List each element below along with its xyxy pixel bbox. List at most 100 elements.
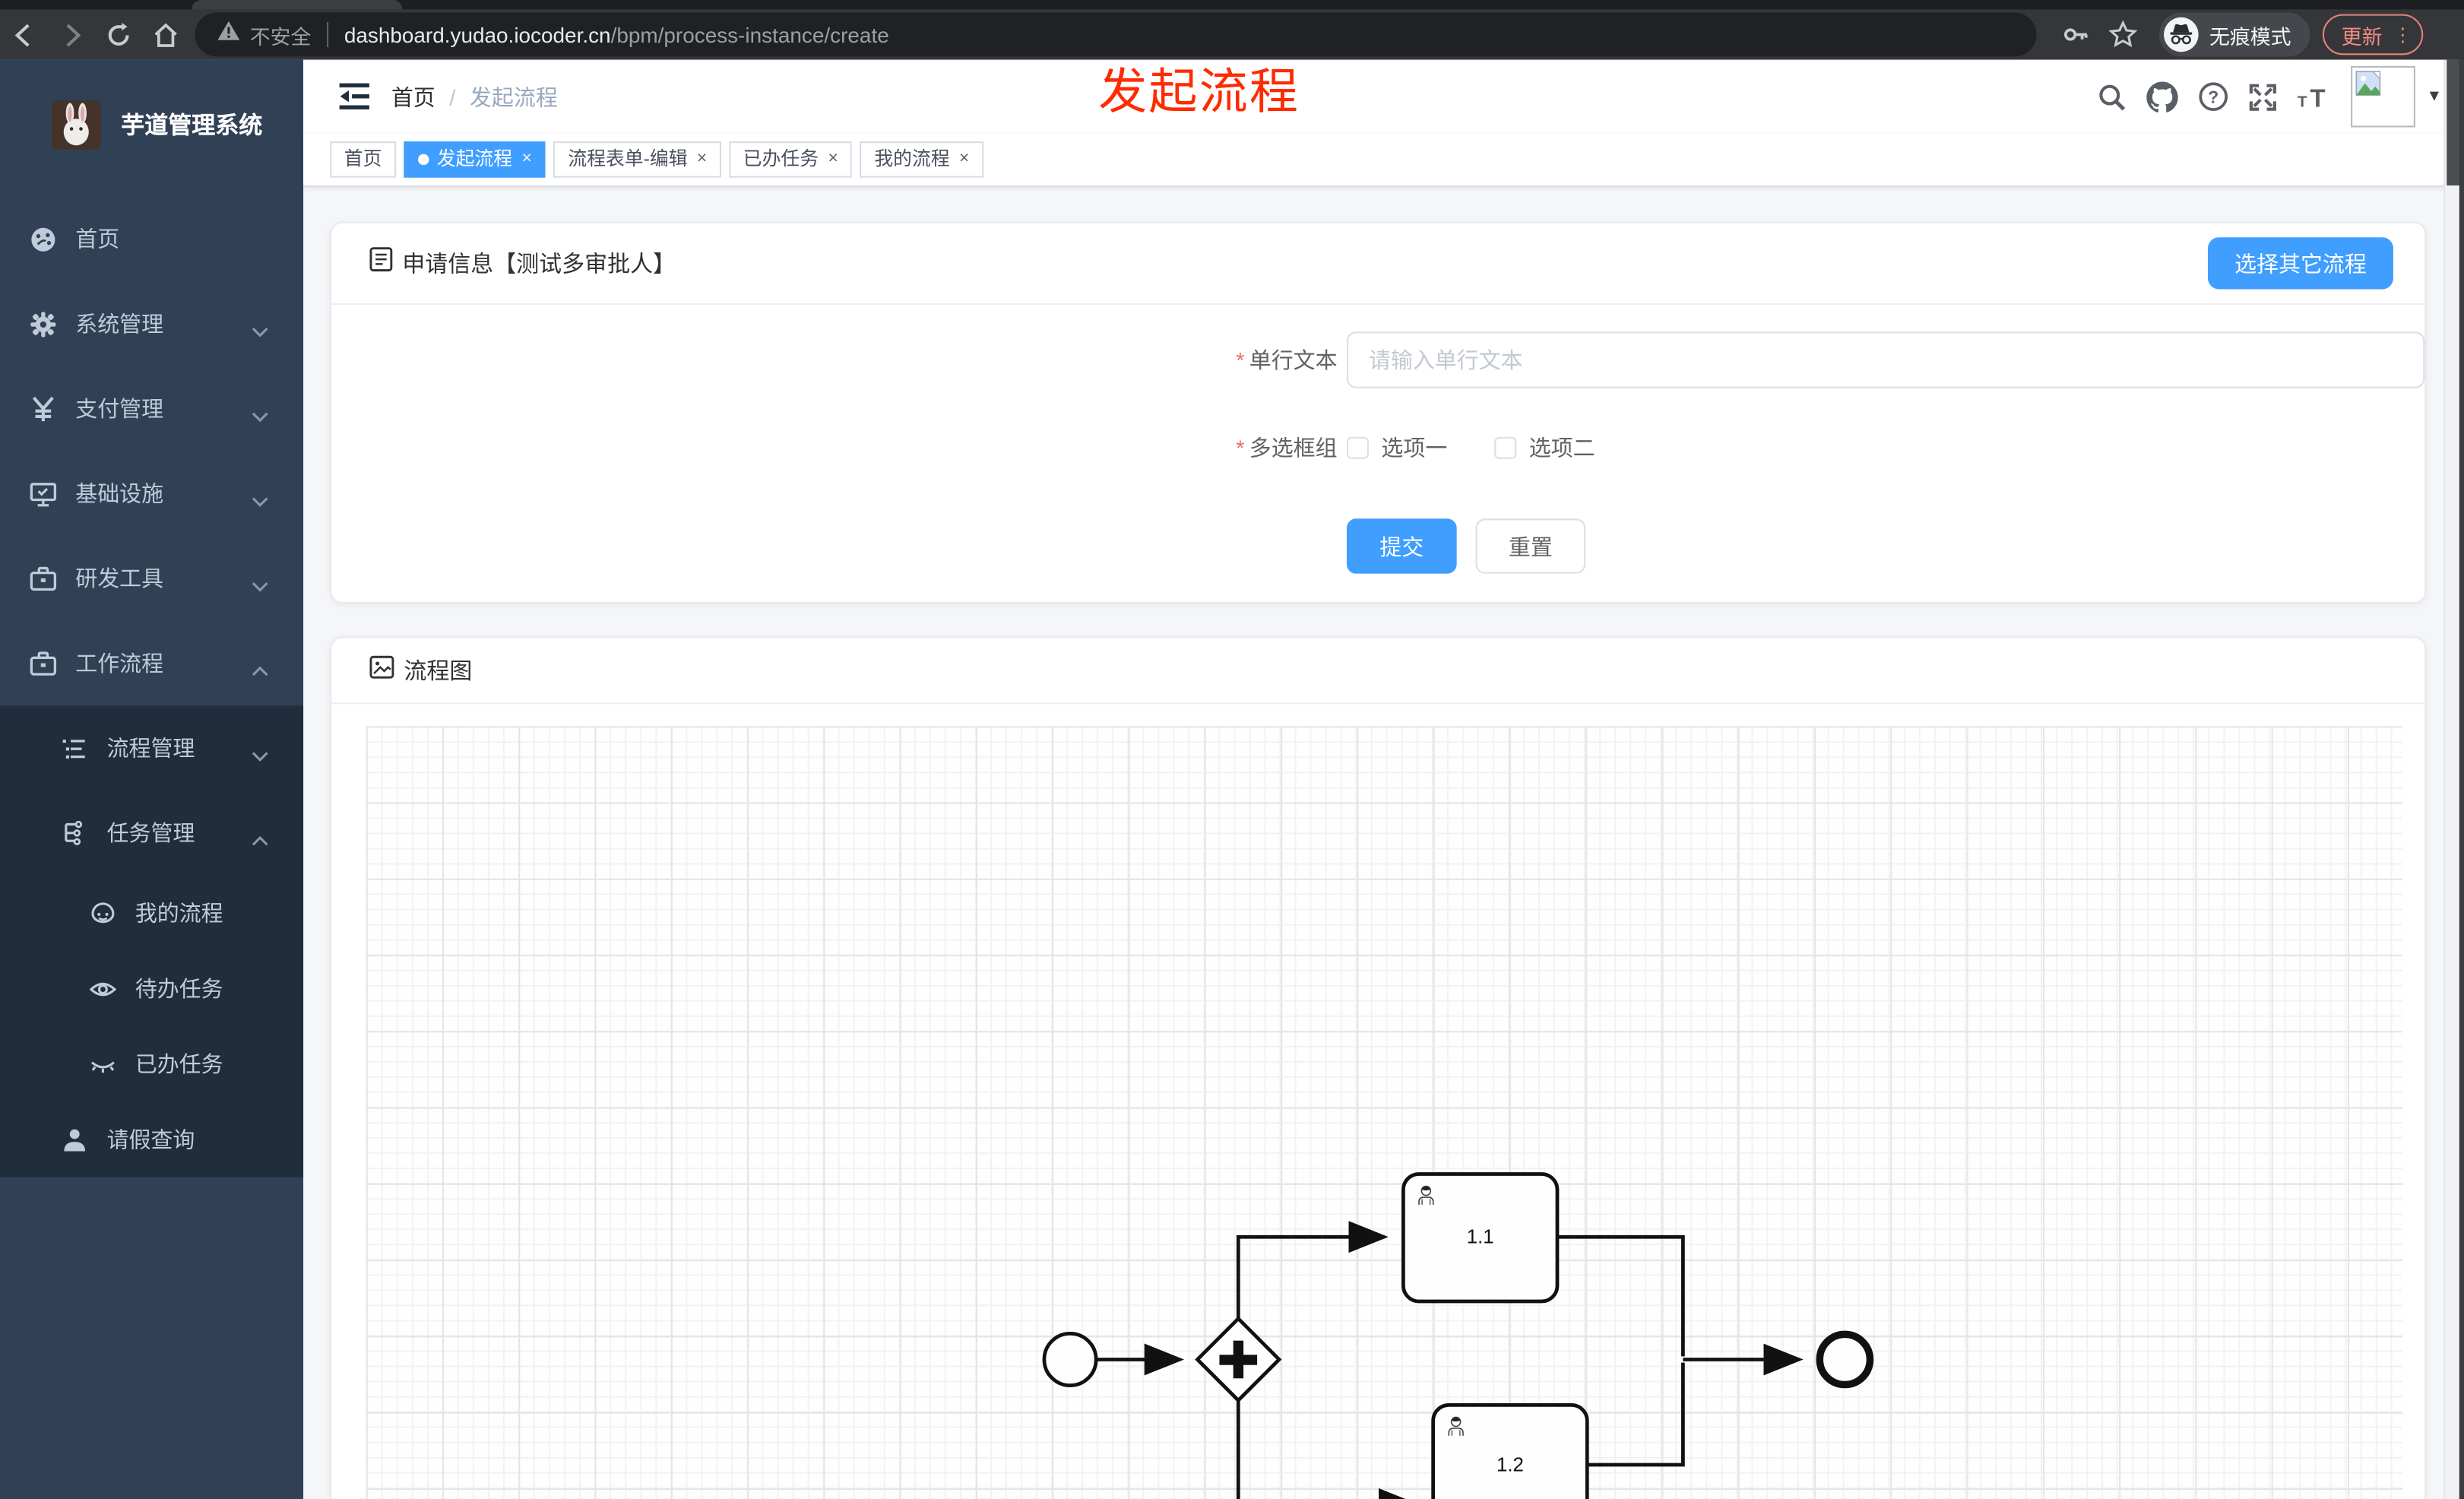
tag-my-process[interactable]: 我的流程 × (860, 141, 983, 178)
sidebar-item-my-process[interactable]: 我的流程 (0, 876, 303, 951)
svg-text:T: T (2310, 84, 2326, 113)
url-bar[interactable]: 不安全 dashboard.yudao.iocoder.cn/bpm/proce… (195, 12, 2037, 57)
active-tag-dot (418, 154, 429, 166)
sidebar-item-label: 待办任务 (135, 975, 223, 1002)
chevron-down-icon (252, 487, 269, 515)
sidebar-item-label: 已办任务 (135, 1051, 223, 1077)
apply-info-title: 申请信息【测试多审批人】 (402, 252, 676, 278)
svg-text:T: T (2298, 93, 2307, 110)
diagram-title: 流程图 (404, 660, 473, 686)
eye-closed-icon (90, 1051, 116, 1077)
workflow-submenu: 流程管理 任务管理 我的流程 待办任务 已办任务 请假查询 (0, 705, 304, 1177)
sidebar-item-todo-tasks[interactable]: 待办任务 (0, 951, 303, 1026)
text-field-label: * 单行文本 (1236, 347, 1338, 373)
avatar[interactable] (2351, 65, 2416, 128)
not-secure-icon (217, 21, 240, 49)
monitor-icon (30, 480, 57, 507)
checkbox-icon[interactable] (1494, 436, 1517, 459)
required-asterisk: * (1236, 347, 1245, 373)
tag-done-tasks[interactable]: 已办任务 × (729, 141, 853, 178)
chevron-down-icon (252, 742, 269, 770)
browser-chrome: 不安全 dashboard.yudao.iocoder.cn/bpm/proce… (0, 0, 2464, 60)
sidebar-item-system[interactable]: 系统管理 (0, 281, 303, 366)
chevron-down-icon (252, 318, 269, 346)
bookmark-star-icon[interactable] (2099, 13, 2146, 57)
tag-label: 发起流程 (436, 147, 513, 170)
tag-close-icon[interactable]: × (522, 143, 532, 176)
sidebar-item-done-tasks[interactable]: 已办任务 (0, 1026, 303, 1101)
sidebar-item-payment[interactable]: 支付管理 (0, 366, 303, 452)
url-divider (327, 21, 329, 48)
sidebar-collapse-icon[interactable] (338, 81, 369, 112)
sidebar-item-infra[interactable]: 基础设施 (0, 451, 303, 536)
incognito-icon (2164, 17, 2199, 52)
checkbox-label: 选项二 (1528, 435, 1595, 461)
sidebar-item-label: 支付管理 (75, 396, 164, 422)
avatar-caret-icon[interactable]: ▼ (2427, 88, 2442, 106)
back-icon[interactable] (0, 13, 47, 57)
help-icon[interactable]: ? (2187, 71, 2238, 122)
sidebar-item-label: 首页 (75, 226, 120, 252)
tags-view: 首页 发起流程 × 流程表单-编辑 × 已办任务 × 我的流程 × (303, 133, 2464, 188)
sidebar-item-home[interactable]: 首页 (0, 196, 303, 281)
brand-logo (52, 100, 101, 150)
eye-open-icon (89, 975, 117, 1002)
tag-close-icon[interactable]: × (697, 143, 707, 176)
tag-label: 我的流程 (874, 147, 950, 170)
sidebar-item-process-mgmt[interactable]: 流程管理 (0, 705, 303, 791)
reset-button[interactable]: 重置 (1475, 518, 1586, 574)
submit-button[interactable]: 提交 (1346, 518, 1457, 574)
tag-create-process[interactable]: 发起流程 × (404, 141, 546, 178)
sidebar: 芋道管理系统 首页 系统管理 支付管理 基础设施 研发工具 工作流程 流程管理 … (0, 59, 304, 1499)
select-other-process-button[interactable]: 选择其它流程 (2207, 237, 2393, 290)
breadcrumb-separator: / (449, 84, 456, 109)
reload-icon[interactable] (94, 13, 141, 57)
breadcrumb-current: 发起流程 (469, 84, 558, 109)
checkbox-option-2[interactable]: 选项二 (1494, 433, 1595, 464)
bpmn-canvas[interactable] (366, 726, 2403, 1499)
breadcrumb-home[interactable]: 首页 (391, 81, 435, 112)
browser-menu-icon[interactable]: ⋮ (2393, 25, 2412, 44)
single-line-text-input[interactable] (1346, 331, 2425, 388)
sidebar-item-leave-query[interactable]: 请假查询 (0, 1101, 303, 1177)
home-icon[interactable] (141, 13, 188, 57)
search-icon[interactable] (2087, 71, 2137, 122)
gear-icon (30, 310, 56, 337)
password-key-icon[interactable] (2052, 13, 2099, 57)
sidebar-item-label: 流程管理 (106, 735, 195, 761)
person-icon (62, 1126, 88, 1152)
update-label: 更新 (2341, 24, 2383, 49)
apply-info-card: 申请信息【测试多审批人】 选择其它流程 *单行文本 *多选框组 选项一 (330, 221, 2427, 604)
sidebar-item-task-mgmt[interactable]: 任务管理 (0, 791, 303, 876)
font-size-icon[interactable]: TT (2288, 71, 2339, 122)
page: 不安全 dashboard.yudao.iocoder.cn/bpm/proce… (0, 0, 2464, 1499)
sidebar-item-label: 研发工具 (75, 566, 164, 591)
tag-label: 流程表单-编辑 (568, 147, 688, 170)
update-button[interactable]: 更新 ⋮ (2322, 14, 2424, 55)
incognito-label: 无痕模式 (2209, 24, 2291, 49)
tag-close-icon[interactable]: × (959, 143, 969, 176)
sidebar-item-label: 请假查询 (106, 1127, 195, 1152)
forward-icon[interactable] (47, 13, 94, 57)
process-diagram-card: 流程图 (330, 636, 2427, 1499)
tag-form-edit[interactable]: 流程表单-编辑 × (553, 141, 721, 178)
tag-home[interactable]: 首页 (330, 141, 397, 178)
checkbox-option-1[interactable]: 选项一 (1346, 433, 1447, 464)
sidebar-item-workflow[interactable]: 工作流程 (0, 621, 303, 706)
toolbox-icon (30, 565, 57, 591)
chevron-up-icon (252, 657, 269, 685)
github-icon[interactable] (2137, 71, 2187, 122)
dashboard-icon (30, 226, 56, 252)
fullscreen-icon[interactable] (2238, 71, 2288, 122)
page-content: 申请信息【测试多审批人】 选择其它流程 *单行文本 *多选框组 选项一 (303, 187, 2464, 1499)
tag-close-icon[interactable]: × (828, 143, 838, 176)
url-host: dashboard.yudao.iocoder.cn (344, 22, 611, 46)
checkbox-group: 选项一 选项二 (1346, 433, 1642, 464)
checkbox-icon[interactable] (1346, 436, 1369, 459)
sidebar-item-devtools[interactable]: 研发工具 (0, 536, 303, 621)
security-label: 不安全 (249, 24, 312, 49)
apply-info-header: 申请信息【测试多审批人】 选择其它流程 (331, 223, 2425, 306)
checkbox-group-label: * 多选框组 (1236, 435, 1338, 461)
brand-row[interactable]: 芋道管理系统 (0, 60, 303, 197)
browser-tab[interactable] (192, 0, 403, 10)
